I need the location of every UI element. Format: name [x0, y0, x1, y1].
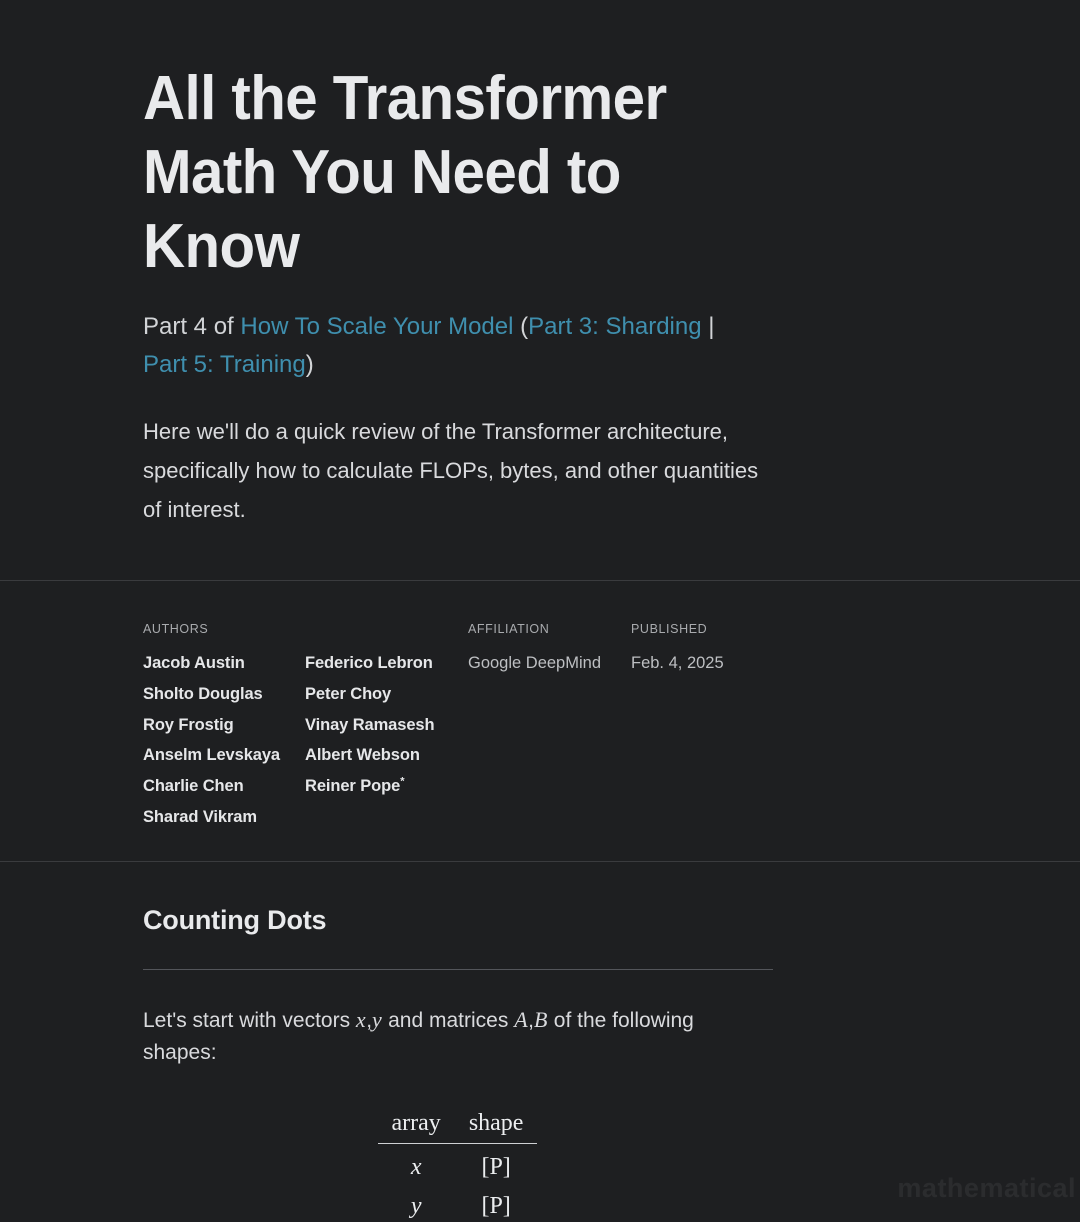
- author-name[interactable]: Jacob Austin: [143, 648, 305, 679]
- link-part-3-sharding[interactable]: Part 3: Sharding: [528, 313, 701, 340]
- hero-content-column: All the Transformer Math You Need to Kno…: [143, 62, 783, 529]
- paragraph-text-part-2: and matrices: [382, 1009, 514, 1032]
- author-name-with-footnote[interactable]: Reiner Pope*: [305, 771, 467, 802]
- published-label: PUBLISHED: [631, 622, 811, 636]
- author-name[interactable]: Sharad Vikram: [143, 802, 305, 833]
- affiliation-value: Google DeepMind: [468, 648, 631, 679]
- affiliation-label: AFFILIATION: [468, 622, 631, 636]
- author-name[interactable]: Sholto Douglas: [143, 679, 305, 710]
- subtitle-open-paren: (: [513, 313, 528, 340]
- page-title: All the Transformer Math You Need to Kno…: [143, 62, 707, 284]
- cell-shape: [P]: [455, 1144, 538, 1184]
- subtitle-prefix: Part 4 of: [143, 313, 240, 340]
- divider-below-metadata: [0, 861, 1080, 862]
- section-heading: Counting Dots: [143, 903, 783, 937]
- authors-column-2: Federico Lebron Peter Choy Vinay Ramases…: [305, 648, 467, 833]
- author-name[interactable]: Vinay Ramasesh: [305, 710, 467, 741]
- cell-array: x: [378, 1144, 455, 1184]
- metadata-grid: AUTHORS Jacob Austin Sholto Douglas Roy …: [143, 622, 843, 833]
- author-name[interactable]: Federico Lebron: [305, 648, 467, 679]
- authors-column-1: Jacob Austin Sholto Douglas Roy Frostig …: [143, 648, 305, 833]
- paragraph-text-part-1: Let's start with vectors: [143, 1009, 356, 1032]
- table-row: y [P]: [378, 1183, 538, 1222]
- published-value: Feb. 4, 2025: [631, 648, 811, 679]
- math-variable-y: y: [372, 1007, 382, 1032]
- authors-columns: Jacob Austin Sholto Douglas Roy Frostig …: [143, 648, 468, 833]
- metadata-published-block: PUBLISHED Feb. 4, 2025: [631, 622, 811, 679]
- author-name[interactable]: Albert Webson: [305, 740, 467, 771]
- section-underline: [143, 969, 773, 970]
- table-header-row: array shape: [378, 1110, 538, 1144]
- shapes-table-head: array shape: [378, 1110, 538, 1144]
- link-part-5-training[interactable]: Part 5: Training: [143, 351, 306, 378]
- subtitle-close-paren: ): [306, 351, 314, 378]
- link-how-to-scale-your-model[interactable]: How To Scale Your Model: [240, 313, 513, 340]
- page-root: All the Transformer Math You Need to Kno…: [0, 0, 1080, 1214]
- math-variable-B: B: [534, 1007, 548, 1032]
- column-header-shape: shape: [455, 1110, 538, 1144]
- author-name-text: Reiner Pope: [305, 777, 400, 795]
- cell-shape: [P]: [455, 1183, 538, 1222]
- article-metadata: AUTHORS Jacob Austin Sholto Douglas Roy …: [143, 622, 843, 833]
- author-name[interactable]: Charlie Chen: [143, 771, 305, 802]
- column-header-array: array: [378, 1110, 455, 1144]
- author-name[interactable]: Roy Frostig: [143, 710, 305, 741]
- metadata-authors-block: AUTHORS Jacob Austin Sholto Douglas Roy …: [143, 622, 468, 833]
- cell-array: y: [378, 1183, 455, 1222]
- math-variable-x: x: [356, 1007, 366, 1032]
- shapes-table-body: x [P] y [P]: [378, 1144, 538, 1222]
- table-row: x [P]: [378, 1144, 538, 1184]
- faint-background-artifact: mathematical: [806, 1162, 1080, 1214]
- shapes-table-container: array shape x [P] y [P]: [0, 1110, 915, 1222]
- section-counting-dots: Counting Dots Let's start with vectors x…: [143, 903, 783, 1069]
- shapes-table: array shape x [P] y [P]: [378, 1110, 538, 1222]
- subtitle-separator: |: [702, 313, 715, 340]
- authors-label: AUTHORS: [143, 622, 468, 636]
- author-name[interactable]: Anselm Levskaya: [143, 740, 305, 771]
- hero-section: All the Transformer Math You Need to Kno…: [0, 0, 1080, 529]
- section-paragraph: Let's start with vectors x,y and matrice…: [143, 1004, 743, 1069]
- divider-above-metadata: [0, 580, 1080, 581]
- metadata-affiliation-block: AFFILIATION Google DeepMind: [468, 622, 631, 679]
- footnote-marker: *: [400, 776, 404, 788]
- series-subtitle: Part 4 of How To Scale Your Model (Part …: [143, 308, 763, 384]
- hero-description: Here we'll do a quick review of the Tran…: [143, 412, 768, 529]
- author-name[interactable]: Peter Choy: [305, 679, 467, 710]
- math-variable-A: A: [514, 1007, 528, 1032]
